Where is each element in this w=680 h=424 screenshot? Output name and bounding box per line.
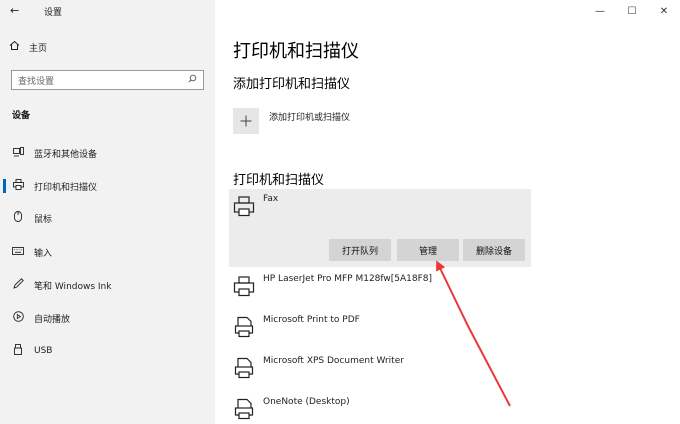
document-printer-icon: [233, 315, 255, 339]
open-queue-button[interactable]: 打开队列: [329, 239, 391, 261]
app-title: 设置: [44, 8, 63, 18]
printer-item-fax[interactable]: Fax: [233, 194, 278, 218]
sidebar-item-usb[interactable]: USB: [0, 339, 215, 363]
add-printer-button[interactable]: 添加打印机或扫描仪: [233, 108, 350, 134]
home-icon: [8, 40, 20, 54]
sidebar-item-mouse[interactable]: 鼠标: [0, 206, 215, 230]
sidebar-home-label: 主页: [29, 43, 48, 54]
printer-name: OneNote (Desktop): [263, 397, 350, 407]
printer-item-hp[interactable]: HP LaserJet Pro MFP M128fw[5A18F8]: [233, 274, 432, 298]
autoplay-icon: [12, 311, 24, 325]
printer-name: Microsoft XPS Document Writer: [263, 356, 404, 366]
sidebar-section-devices: 设备: [12, 111, 31, 121]
window-controls: — ☐ ✕: [584, 0, 680, 22]
sidebar-item-label: 鼠标: [34, 214, 53, 225]
search-icon: [188, 74, 197, 86]
close-button[interactable]: ✕: [648, 0, 680, 22]
printer-icon: [233, 194, 255, 218]
minimize-button[interactable]: —: [584, 0, 616, 22]
search-input[interactable]: 查找设置: [11, 70, 204, 90]
main-content: 打印机和扫描仪 添加打印机和扫描仪 添加打印机或扫描仪 打印机和扫描仪 Fax …: [215, 0, 680, 424]
keyboard-icon: [12, 246, 24, 258]
sidebar-item-input[interactable]: 输入: [0, 240, 215, 264]
usb-icon: [12, 344, 24, 358]
sidebar-item-bluetooth[interactable]: 蓝牙和其他设备: [0, 141, 215, 165]
sidebar-item-label: 笔和 Windows Ink: [34, 281, 112, 292]
printer-list-title: 打印机和扫描仪: [233, 173, 325, 188]
sidebar-item-pen[interactable]: 笔和 Windows Ink: [0, 273, 215, 297]
remove-device-button[interactable]: 删除设备: [463, 239, 525, 261]
printer-name: Microsoft Print to PDF: [263, 315, 360, 325]
sidebar-item-label: 蓝牙和其他设备: [34, 149, 98, 160]
sidebar-home[interactable]: 主页: [8, 40, 47, 54]
printer-item-xps[interactable]: Microsoft XPS Document Writer: [233, 356, 404, 380]
sidebar-item-label: USB: [34, 346, 53, 356]
selection-indicator: [3, 179, 6, 193]
manage-button[interactable]: 管理: [397, 239, 459, 261]
sidebar-item-printers[interactable]: 打印机和扫描仪: [0, 174, 215, 198]
printer-item-onenote[interactable]: OneNote (Desktop): [233, 397, 350, 421]
sidebar-item-label: 输入: [34, 248, 53, 259]
printer-item-pdf[interactable]: Microsoft Print to PDF: [233, 315, 360, 339]
document-printer-icon: [233, 356, 255, 380]
printer-icon: [233, 274, 255, 298]
sidebar-item-autoplay[interactable]: 自动播放: [0, 306, 215, 330]
sidebar-item-label: 打印机和扫描仪: [34, 182, 98, 193]
printer-name: HP LaserJet Pro MFP M128fw[5A18F8]: [263, 274, 433, 284]
mouse-icon: [12, 211, 24, 225]
bluetooth-devices-icon: [12, 146, 24, 160]
sidebar: ← 设置 主页 查找设置 设备 蓝牙和其他设备 打印机和扫描仪 鼠标 输入 笔和…: [0, 0, 215, 424]
search-placeholder: 查找设置: [18, 76, 55, 87]
document-printer-icon: [233, 397, 255, 421]
add-section-title: 添加打印机和扫描仪: [233, 77, 351, 92]
page-title: 打印机和扫描仪: [233, 41, 359, 62]
printer-icon: [12, 179, 24, 193]
sidebar-item-label: 自动播放: [34, 314, 71, 325]
plus-icon: [233, 108, 259, 134]
pen-icon: [12, 278, 24, 292]
maximize-button[interactable]: ☐: [616, 0, 648, 22]
add-printer-label: 添加打印机或扫描仪: [269, 112, 351, 123]
back-button[interactable]: ←: [10, 4, 19, 17]
printer-name: Fax: [263, 194, 279, 204]
